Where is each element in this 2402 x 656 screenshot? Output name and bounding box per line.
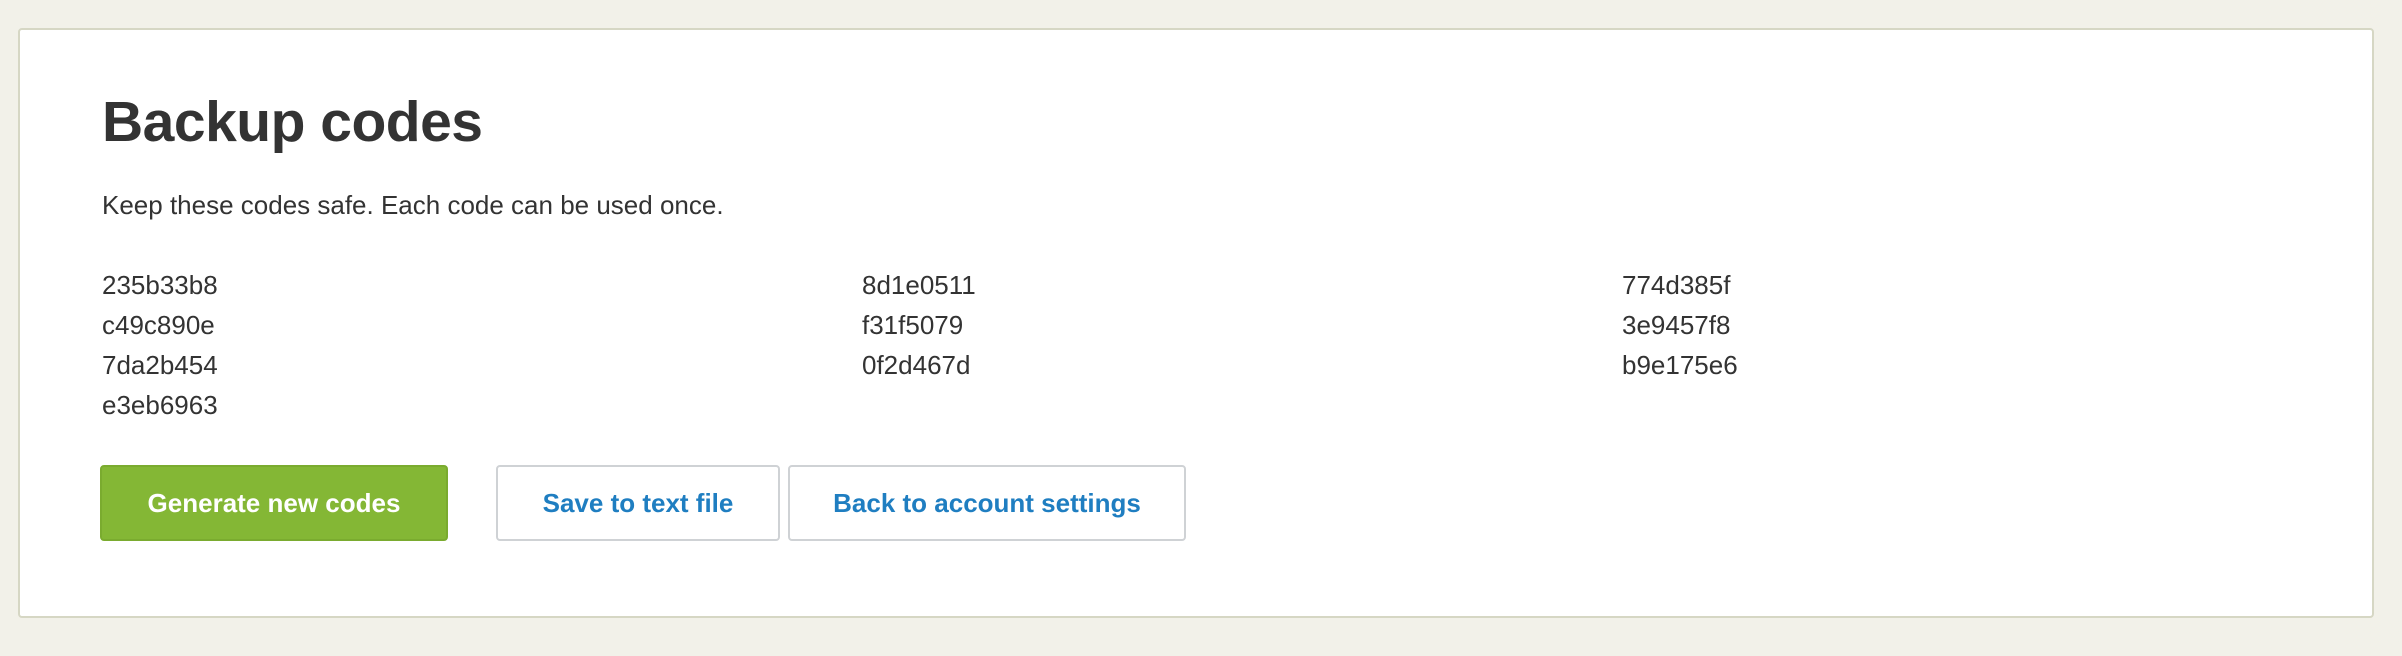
back-to-account-settings-button[interactable]: Back to account settings [788,465,1186,541]
save-to-text-file-button[interactable]: Save to text file [496,465,780,541]
codes-column-3: 774d385f 3e9457f8 b9e175e6 [1622,265,2322,385]
codes-column-2: 8d1e0511 f31f5079 0f2d467d [862,265,1562,385]
backup-codes-card: Backup codes Keep these codes safe. Each… [18,28,2374,618]
backup-code: 7da2b454 [102,350,218,380]
backup-code: e3eb6963 [102,390,218,420]
backup-codes-list: 235b33b8 c49c890e 7da2b454 e3eb6963 8d1e… [102,265,1738,425]
backup-code: 0f2d467d [862,350,971,380]
codes-column-1: 235b33b8 c49c890e 7da2b454 e3eb6963 [102,265,802,425]
backup-code: f31f5079 [862,310,964,340]
backup-code: 3e9457f8 [1622,310,1731,340]
page-title: Backup codes [102,90,483,154]
backup-code: c49c890e [102,310,215,340]
backup-code: b9e175e6 [1622,350,1738,380]
backup-code: 235b33b8 [102,270,218,300]
generate-new-codes-button[interactable]: Generate new codes [100,465,448,541]
backup-code: 8d1e0511 [862,270,976,300]
page-subtitle: Keep these codes safe. Each code can be … [102,190,724,220]
backup-code: 774d385f [1622,270,1731,300]
